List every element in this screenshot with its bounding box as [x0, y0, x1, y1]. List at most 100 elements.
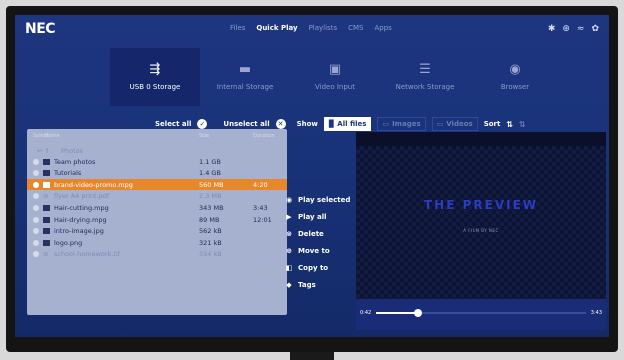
- nav-tab-quick-play[interactable]: Quick Play: [256, 24, 297, 32]
- source-video-input[interactable]: ▣ Video Input: [290, 48, 380, 106]
- video-preview[interactable]: THE PREVIEW A FILM BY NEC: [356, 146, 606, 299]
- source-label: Video Input: [315, 83, 355, 91]
- show-label: Show: [296, 120, 318, 128]
- filter-images-button[interactable]: ▭ Images: [377, 117, 426, 131]
- file-row[interactable]: intro-image.jpg 562 kB: [27, 226, 287, 237]
- action-label: Copy to: [298, 263, 329, 272]
- file-table-header: Select Name Size Duration: [27, 129, 287, 143]
- tag-icon: ◆: [286, 280, 292, 289]
- source-label: Browser: [500, 83, 530, 91]
- source-usb-0-storage[interactable]: ⇶ USB 0 Storage: [110, 48, 200, 106]
- source-bar: ⇶ USB 0 Storage ▬ Internal Storage ▣ Video In…: [110, 48, 560, 106]
- select-radio[interactable]: [33, 251, 39, 258]
- action-tags-button[interactable]: ◆ Tags: [285, 276, 350, 293]
- screen: NEC Files Quick Play Playlists CMS Apps ✱ ⊕ …: [15, 15, 609, 337]
- folder-icon: [43, 170, 50, 177]
- file-name: flyer A4 print.pdf: [54, 192, 110, 201]
- file-row[interactable]: Tutorials 1.4 GB: [27, 168, 287, 179]
- image-file-icon: [43, 239, 50, 246]
- file-duration: 12:01: [253, 215, 272, 224]
- source-network-storage[interactable]: ☰ Network Storage: [380, 48, 470, 106]
- wifi-icon[interactable]: ≈: [577, 24, 585, 34]
- filter-videos-button[interactable]: ▭ Videos: [431, 117, 478, 131]
- select-radio[interactable]: [33, 158, 39, 165]
- globe-icon[interactable]: ⊕: [562, 24, 570, 34]
- action-copy-to-button[interactable]: ◧ Copy to: [285, 259, 350, 276]
- nav-tab-files[interactable]: Files: [230, 24, 245, 32]
- image-icon: ▭: [382, 120, 390, 128]
- nav-tab-apps[interactable]: Apps: [374, 24, 391, 32]
- progress-fill: [376, 312, 418, 314]
- action-menu: ◉ Play selected ▶ Play all ⊗ Delete ⊕ Move to ◧ C…: [285, 191, 351, 293]
- browser-icon: ◉: [509, 62, 521, 77]
- blocked-icon: ⊘: [43, 250, 49, 259]
- progress-thumb[interactable]: [414, 309, 422, 317]
- file-name: Team photos: [54, 157, 96, 166]
- top-icons: ✱ ⊕ ≈ ✿: [548, 24, 599, 34]
- sort-descending-icon[interactable]: ⇅: [519, 120, 526, 129]
- file-row[interactable]: brand-video-promo.mpg 560 MB 4:20: [27, 179, 287, 191]
- file-name: logo.png: [54, 238, 83, 247]
- action-move-to-button[interactable]: ⊕ Move to: [285, 242, 350, 259]
- file-size: 1.1 GB: [199, 157, 221, 166]
- nav-tab-cms[interactable]: CMS: [348, 24, 363, 32]
- select-radio[interactable]: [33, 228, 39, 235]
- file-row[interactable]: Hair-cutting.mpg 343 MB 3:43: [27, 202, 287, 213]
- close-icon: ✕: [275, 119, 286, 129]
- action-delete-button[interactable]: ⊗ Delete: [285, 225, 350, 242]
- parent-folder-name: Photos: [61, 146, 83, 155]
- select-radio[interactable]: [33, 216, 39, 223]
- select-radio[interactable]: [33, 170, 39, 177]
- videos-label: Videos: [446, 120, 473, 128]
- nav-tab-playlists[interactable]: Playlists: [309, 24, 338, 32]
- settings-cog-icon[interactable]: ✱: [548, 24, 556, 34]
- check-icon: ✓: [197, 119, 208, 129]
- file-size: 334 kB: [199, 250, 222, 259]
- file-row[interactable]: Team photos 1.1 GB: [27, 156, 287, 167]
- video-icon: ▭: [436, 120, 444, 128]
- select-radio[interactable]: [33, 181, 39, 188]
- file-name: Hair-cutting.mpg: [54, 203, 109, 212]
- file-name: school-homework.tif: [54, 250, 121, 259]
- progress-track[interactable]: [376, 309, 586, 317]
- action-label: Tags: [298, 280, 316, 289]
- images-label: Images: [392, 120, 421, 128]
- select-radio[interactable]: [33, 193, 39, 200]
- unselect-all-label: Unselect all: [223, 120, 270, 128]
- action-label: Play selected: [298, 195, 351, 204]
- top-nav: Files Quick Play Playlists CMS Apps: [230, 24, 392, 32]
- file-row[interactable]: logo.png 321 kB: [27, 237, 287, 248]
- video-player: THE PREVIEW A FILM BY NEC 0:42 3:43: [356, 132, 606, 330]
- file-name: Hair-drying.mpg: [54, 215, 107, 224]
- action-label: Delete: [298, 229, 324, 238]
- action-label: Move to: [298, 246, 330, 255]
- header-size[interactable]: Size: [199, 133, 253, 139]
- action-play-selected-button[interactable]: ◉ Play selected: [285, 191, 350, 208]
- file-name: intro-image.jpg: [54, 227, 104, 236]
- select-radio[interactable]: [33, 204, 39, 211]
- file-size: 343 MB: [199, 203, 224, 212]
- action-play-all-button[interactable]: ▶ Play all: [285, 208, 350, 225]
- file-duration: 3:43: [253, 203, 268, 212]
- move-icon: ⊕: [286, 246, 292, 255]
- header-name[interactable]: Name: [45, 133, 199, 139]
- video-file-icon: [43, 204, 50, 211]
- source-internal-storage[interactable]: ▬ Internal Storage: [200, 48, 290, 106]
- file-size: 321 kB: [199, 238, 222, 247]
- file-size: 562 kB: [199, 227, 222, 236]
- video-title: THE PREVIEW: [423, 198, 539, 212]
- gear-icon[interactable]: ✿: [591, 24, 599, 34]
- filter-all-files-button[interactable]: ▉ All files: [323, 117, 372, 131]
- file-name: brand-video-promo.mpg: [54, 180, 133, 189]
- file-list-panel: Select Name Size Duration ↩ ↑ Photos Tea…: [27, 129, 287, 315]
- file-row[interactable]: Hair-drying.mpg 89 MB 12:01: [27, 214, 287, 225]
- sort-ascending-icon[interactable]: ⇅: [506, 120, 513, 129]
- header-duration[interactable]: Duration: [253, 133, 275, 139]
- source-browser[interactable]: ◉ Browser: [470, 48, 560, 106]
- source-label: Network Storage: [395, 83, 455, 91]
- folder-icon: [43, 158, 50, 165]
- parent-folder-row[interactable]: ↩ ↑ Photos: [27, 145, 287, 156]
- video-subtitle: A FILM BY NEC: [463, 228, 499, 233]
- all-files-label: All files: [337, 120, 367, 128]
- select-radio[interactable]: [33, 239, 39, 246]
